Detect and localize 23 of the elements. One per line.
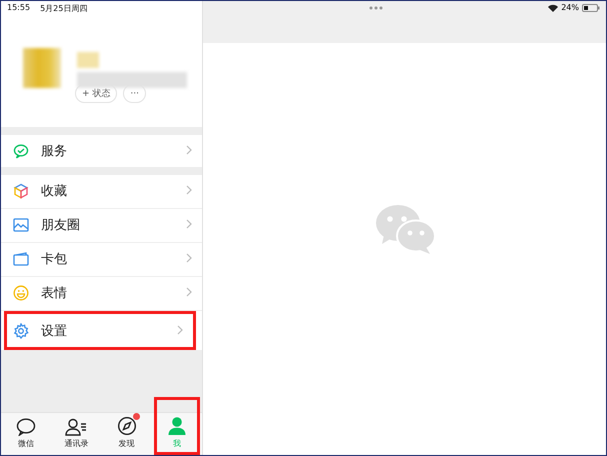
- wifi-icon: [548, 4, 558, 12]
- cube-icon: [13, 183, 29, 199]
- more-dots-icon: [368, 6, 383, 10]
- battery-icon: [582, 4, 600, 12]
- smiley-icon: [13, 285, 29, 301]
- person-icon: [166, 416, 187, 436]
- card-icon: [13, 252, 29, 266]
- redacted-block: [77, 52, 99, 68]
- contacts-icon: [65, 418, 88, 436]
- tab[interactable]: 发现: [102, 397, 152, 455]
- tab[interactable]: 通讯录: [51, 397, 102, 455]
- compass-icon: [116, 416, 137, 436]
- picture-icon: [13, 218, 29, 232]
- chat-check-icon: [13, 143, 29, 159]
- menu-item[interactable]: 设置: [4, 311, 196, 350]
- battery-percent: 24%: [561, 3, 579, 12]
- chat-logo-icon: [374, 203, 436, 255]
- status-time: 15:55: [7, 3, 30, 14]
- status-date: 5月25日周四: [40, 3, 88, 14]
- avatar-placeholder: [23, 48, 61, 88]
- gear-icon: [13, 322, 29, 338]
- tab[interactable]: 微信: [1, 397, 52, 455]
- chat-bubble-icon: [16, 418, 36, 436]
